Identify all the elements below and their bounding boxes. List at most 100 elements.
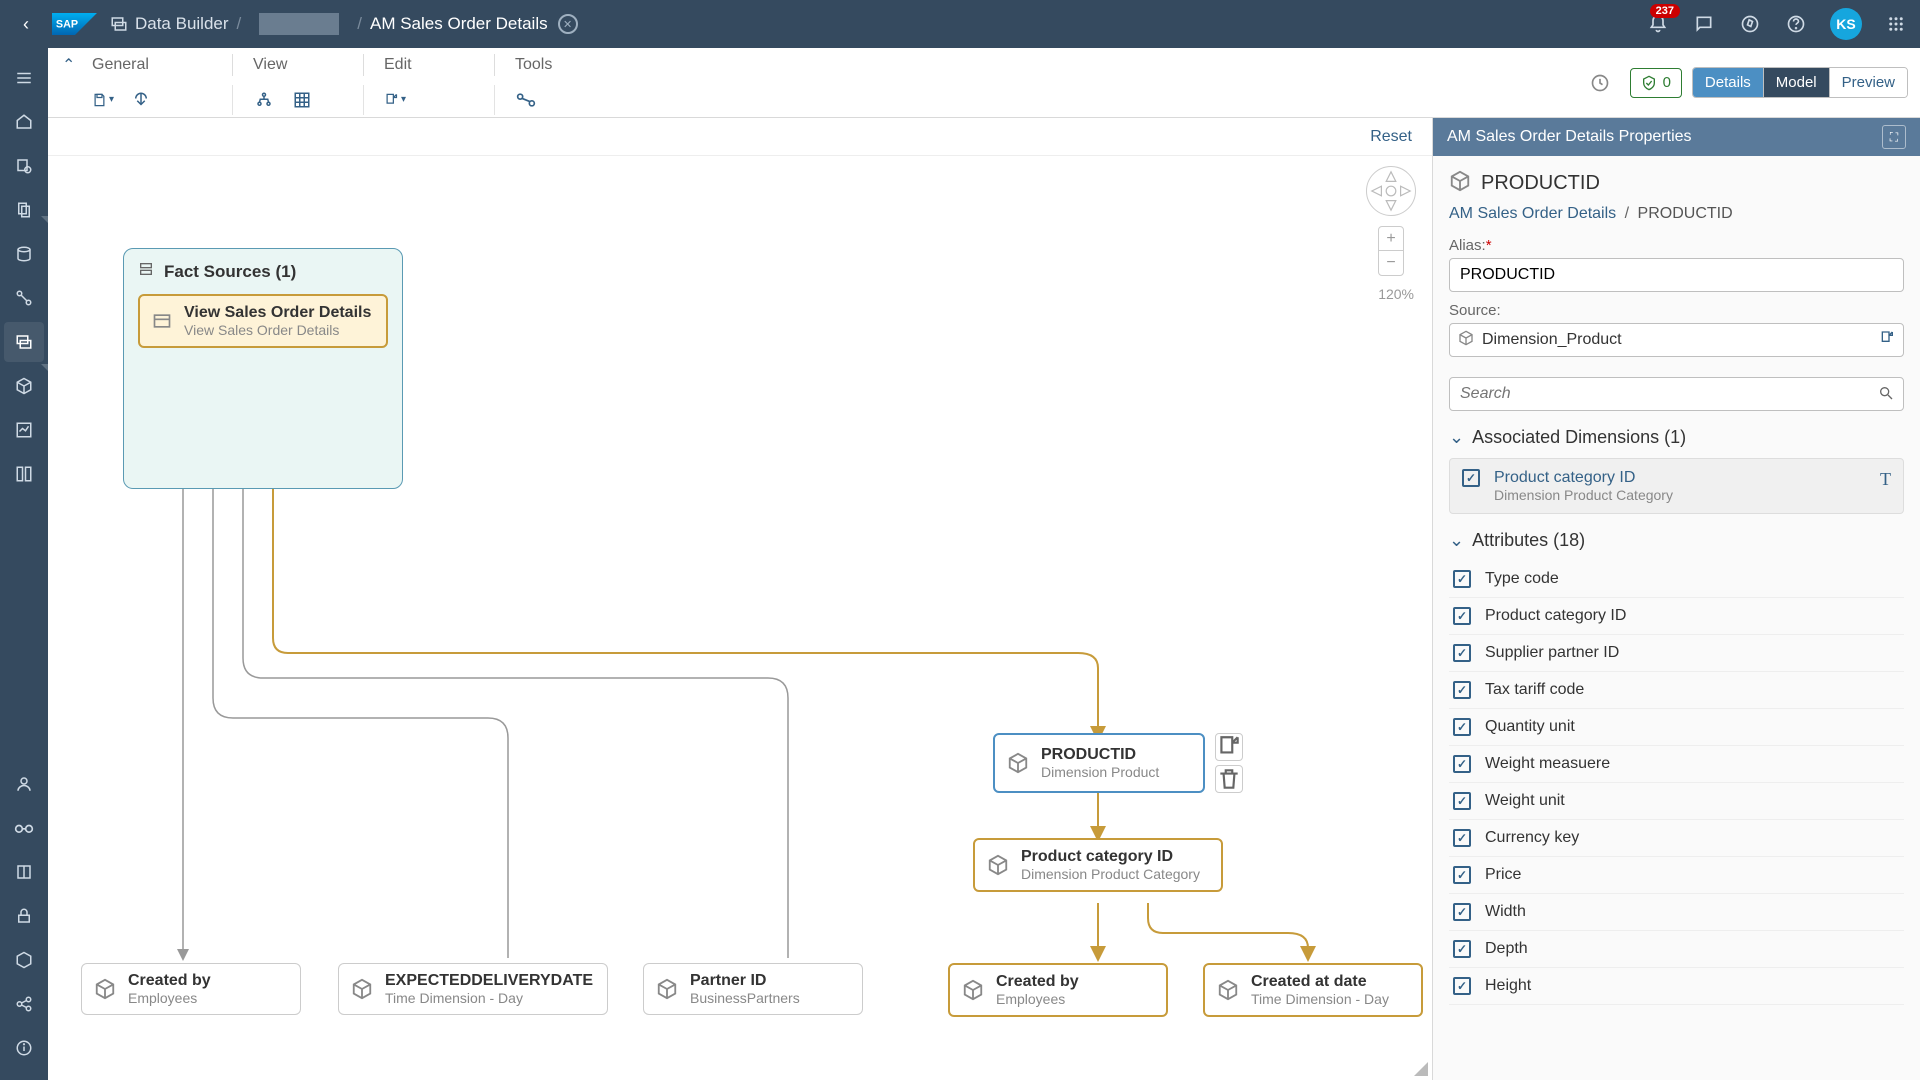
productid-node[interactable]: PRODUCTIDDimension Product: [993, 733, 1205, 793]
back-button[interactable]: ‹: [12, 10, 40, 38]
nav-cube-icon[interactable]: [4, 366, 44, 406]
delete-node-button[interactable]: [1215, 765, 1243, 793]
nav-builder-icon[interactable]: [4, 322, 44, 362]
checkbox[interactable]: ✓: [1453, 866, 1471, 884]
checkbox[interactable]: ✓: [1453, 792, 1471, 810]
checkbox[interactable]: ✓: [1453, 903, 1471, 921]
attribute-row[interactable]: ✓Width: [1449, 894, 1904, 931]
checkbox[interactable]: ✓: [1453, 977, 1471, 995]
alias-input[interactable]: [1449, 258, 1904, 292]
attribute-row[interactable]: ✓Quantity unit: [1449, 709, 1904, 746]
bc-parent[interactable]: AM Sales Order Details: [1449, 205, 1616, 222]
attribute-label: Currency key: [1485, 829, 1579, 847]
seg-model[interactable]: Model: [1764, 68, 1830, 97]
open-node-button[interactable]: [1215, 733, 1243, 761]
partner-node[interactable]: Partner IDBusinessPartners: [643, 963, 863, 1015]
checkbox[interactable]: ✓: [1453, 940, 1471, 958]
nav-search-icon[interactable]: [4, 146, 44, 186]
cube-icon: [987, 854, 1009, 876]
resize-handle[interactable]: [1414, 1062, 1428, 1076]
attribute-row[interactable]: ✓Type code: [1449, 561, 1904, 598]
discover-icon[interactable]: [1738, 12, 1762, 36]
data-builder-icon: [109, 14, 129, 34]
attribute-row[interactable]: ✓ Currency key: [1449, 820, 1904, 857]
menu-tools[interactable]: Tools: [515, 56, 552, 74]
createdby2-node[interactable]: Created byEmployees: [948, 963, 1168, 1017]
cube-icon: [1449, 170, 1471, 197]
search-input[interactable]: [1449, 377, 1904, 411]
assoc-dim-card[interactable]: ✓ Product category ID Dimension Product …: [1449, 458, 1904, 514]
createdat-node[interactable]: Created at dateTime Dimension - Day: [1203, 963, 1423, 1017]
expand-panel-button[interactable]: ⛶: [1882, 125, 1906, 149]
menu-general[interactable]: General: [92, 56, 149, 74]
reset-button[interactable]: Reset: [1370, 128, 1412, 146]
notifications-icon[interactable]: 237: [1646, 12, 1670, 36]
breadcrumb-title[interactable]: AM Sales Order Details: [370, 14, 548, 34]
help-icon[interactable]: [1784, 12, 1808, 36]
attribute-row[interactable]: ✓Height: [1449, 968, 1904, 1005]
fact-sources-group[interactable]: Fact Sources (1) View Sales Order Detail…: [123, 248, 403, 489]
nav-db-icon[interactable]: [4, 234, 44, 274]
checkbox[interactable]: ✓: [1453, 718, 1471, 736]
createdby-node[interactable]: Created byEmployees: [81, 963, 301, 1015]
nav-share-icon[interactable]: [4, 984, 44, 1024]
breadcrumb-module[interactable]: Data Builder: [135, 14, 229, 34]
nav-info-icon[interactable]: [4, 1028, 44, 1068]
attribute-row[interactable]: ✓Product category ID: [1449, 598, 1904, 635]
nav-chart-icon[interactable]: [4, 410, 44, 450]
zoom-control: + −: [1378, 226, 1404, 276]
attribute-row[interactable]: ✓Weight measuere: [1449, 746, 1904, 783]
nav-lock-icon[interactable]: [4, 896, 44, 936]
zoom-in-button[interactable]: +: [1379, 227, 1403, 251]
nav-user-icon[interactable]: [4, 764, 44, 804]
table-icon[interactable]: [291, 89, 313, 111]
feedback-icon[interactable]: [1692, 12, 1716, 36]
history-button[interactable]: [1580, 68, 1620, 98]
export-button[interactable]: ▾: [384, 89, 406, 111]
checkbox[interactable]: ✓: [1453, 755, 1471, 773]
product-category-node[interactable]: Product category IDDimension Product Cat…: [973, 838, 1223, 892]
save-button[interactable]: ▾: [92, 89, 114, 111]
pan-compass[interactable]: [1366, 166, 1416, 216]
expdelivery-node[interactable]: EXPECTEDDELIVERYDATETime Dimension - Day: [338, 963, 608, 1015]
seg-preview[interactable]: Preview: [1830, 68, 1907, 97]
user-avatar[interactable]: KS: [1830, 8, 1862, 40]
nav-grid-icon[interactable]: [4, 454, 44, 494]
deploy-button[interactable]: [130, 89, 152, 111]
collapse-toolbar-button[interactable]: ⌃: [62, 55, 82, 75]
nav-home-icon[interactable]: [4, 102, 44, 142]
seg-details[interactable]: Details: [1693, 68, 1764, 97]
notification-badge: 237: [1650, 4, 1680, 18]
assoc-dim-header[interactable]: ⌄ Associated Dimensions (1): [1449, 427, 1904, 448]
attribute-row[interactable]: ✓Tax tariff code: [1449, 672, 1904, 709]
open-source-button[interactable]: [1879, 330, 1895, 351]
attribute-row[interactable]: ✓Weight unit: [1449, 783, 1904, 820]
zoom-level: 120%: [1378, 286, 1414, 302]
hierarchy-icon[interactable]: [253, 89, 275, 111]
app-grid-icon[interactable]: [1884, 12, 1908, 36]
menu-view[interactable]: View: [253, 56, 287, 74]
validation-badge[interactable]: 0: [1630, 68, 1682, 98]
close-tab-button[interactable]: ✕: [558, 14, 578, 34]
breadcrumb-space[interactable]: [259, 13, 339, 35]
view-sales-order-node[interactable]: View Sales Order DetailsView Sales Order…: [138, 294, 388, 348]
checkbox[interactable]: ✓: [1453, 681, 1471, 699]
attributes-header[interactable]: ⌄ Attributes (18): [1449, 530, 1904, 551]
checkbox[interactable]: ✓: [1453, 570, 1471, 588]
nav-flow-icon[interactable]: [4, 278, 44, 318]
menu-edit[interactable]: Edit: [384, 56, 412, 74]
nav-copy-icon[interactable]: [4, 190, 44, 230]
attribute-row[interactable]: ✓Price: [1449, 857, 1904, 894]
checkbox[interactable]: ✓: [1453, 644, 1471, 662]
link-icon[interactable]: [515, 89, 537, 111]
attribute-row[interactable]: ✓Supplier partner ID: [1449, 635, 1904, 672]
checkbox[interactable]: ✓: [1462, 469, 1480, 487]
attribute-row[interactable]: ✓Depth: [1449, 931, 1904, 968]
nav-glasses-icon[interactable]: [4, 808, 44, 848]
zoom-out-button[interactable]: −: [1379, 251, 1403, 275]
nav-package-icon[interactable]: [4, 940, 44, 980]
nav-menu-icon[interactable]: [4, 58, 44, 98]
checkbox[interactable]: ✓: [1453, 829, 1471, 847]
checkbox[interactable]: ✓: [1453, 607, 1471, 625]
nav-book-icon[interactable]: [4, 852, 44, 892]
